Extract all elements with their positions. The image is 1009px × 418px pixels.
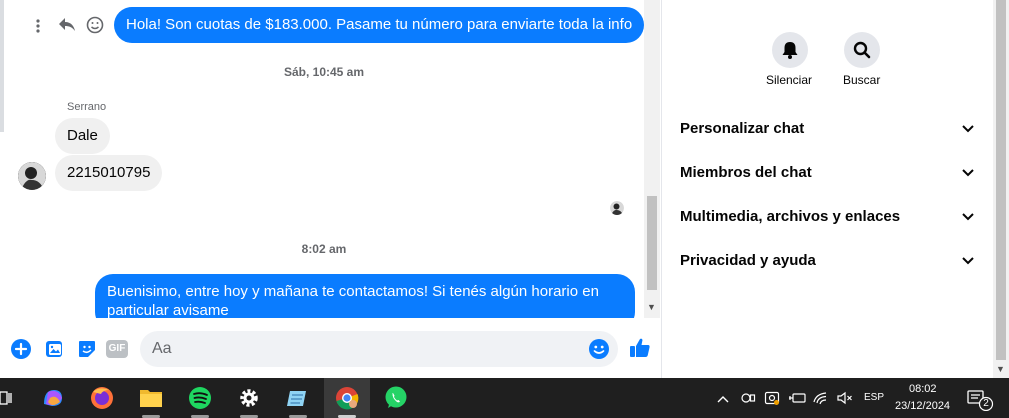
emoji-icon[interactable]: [588, 338, 610, 360]
message-input[interactable]: Aa: [140, 331, 618, 367]
chevron-down-icon: [962, 257, 974, 265]
bell-icon: [782, 42, 798, 59]
search-button[interactable]: [844, 32, 880, 68]
message-list[interactable]: Hola! Son cuotas de $183.000. Pasame tu …: [4, 0, 644, 318]
like-icon[interactable]: [628, 336, 652, 360]
battery-icon[interactable]: [788, 390, 806, 406]
row-label: Multimedia, archivos y enlaces: [680, 208, 901, 225]
row-label: Privacidad y ayuda: [680, 252, 816, 269]
notification-count-badge: 2: [983, 398, 989, 409]
chat-scrollbar[interactable]: ▼: [644, 0, 660, 318]
row-label: Miembros del chat: [680, 164, 812, 181]
camera-tray-icon[interactable]: [740, 390, 756, 406]
wifi-icon[interactable]: [812, 390, 830, 406]
panel-scroll-thumb[interactable]: [996, 0, 1006, 360]
settings-icon[interactable]: [226, 378, 272, 418]
scroll-down-arrow-icon[interactable]: ▼: [996, 364, 1005, 374]
chat-pane: Hola! Son cuotas de $183.000. Pasame tu …: [0, 0, 662, 378]
more-options-icon[interactable]: [34, 18, 42, 34]
notepad-icon[interactable]: [275, 378, 321, 418]
whatsapp-icon[interactable]: [373, 378, 419, 418]
search-label: Buscar: [843, 73, 881, 87]
row-customize-chat[interactable]: Personalizar chat: [680, 116, 976, 142]
scroll-down-arrow-icon[interactable]: ▼: [647, 302, 656, 312]
message-line: particular avisame: [107, 302, 229, 318]
react-icon[interactable]: [86, 16, 104, 34]
file-explorer-icon[interactable]: [128, 378, 174, 418]
copilot-icon[interactable]: [30, 378, 76, 418]
search-icon: [853, 41, 871, 59]
read-receipt-avatar: [610, 201, 624, 215]
clock-time[interactable]: 08:02: [909, 383, 937, 395]
row-chat-members[interactable]: Miembros del chat: [680, 160, 976, 186]
spotify-icon[interactable]: [177, 378, 223, 418]
mute-label: Silenciar: [766, 73, 813, 87]
task-view-icon[interactable]: [0, 390, 12, 406]
media-tray-icon[interactable]: [764, 390, 780, 406]
sticker-icon[interactable]: [76, 338, 98, 360]
avatar[interactable]: [18, 162, 46, 190]
chat-scroll-thumb[interactable]: [647, 196, 657, 290]
chevron-down-icon: [962, 125, 974, 133]
mute-button[interactable]: [772, 32, 808, 68]
timestamp: 8:02 am: [301, 242, 347, 256]
plus-icon[interactable]: [10, 338, 32, 360]
chrome-icon[interactable]: [324, 378, 370, 418]
outgoing-message[interactable]: Buenisimo, entre hoy y mañana te contact…: [95, 274, 635, 318]
incoming-message[interactable]: 2215010795: [55, 155, 163, 191]
taskbar: ESP 08:02 23/12/2024 2: [0, 378, 1009, 418]
message-input-placeholder: Aa: [152, 340, 172, 357]
firefox-icon[interactable]: [79, 378, 125, 418]
reply-icon[interactable]: [57, 16, 77, 34]
gif-label: GIF: [106, 340, 128, 358]
panel-scrollbar[interactable]: ▼: [993, 0, 1009, 378]
gif-icon[interactable]: GIF: [106, 338, 128, 360]
composer: GIF Aa: [0, 322, 662, 374]
clock-date[interactable]: 23/12/2024: [895, 400, 950, 412]
screen: Hola! Son cuotas de $183.000. Pasame tu …: [0, 0, 1009, 418]
show-hidden-icons-chevron-icon[interactable]: [716, 392, 730, 404]
message-line: Buenisimo, entre hoy y mañana te contact…: [107, 283, 599, 300]
row-label: Personalizar chat: [680, 120, 805, 137]
chevron-down-icon: [962, 169, 974, 177]
conversation-info-panel: Silenciar Buscar Personalizar chat Miemb…: [663, 0, 993, 378]
photo-icon[interactable]: [43, 338, 65, 360]
row-media-files-links[interactable]: Multimedia, archivos y enlaces: [680, 204, 976, 230]
row-privacy-help[interactable]: Privacidad y ayuda: [680, 248, 976, 274]
input-language[interactable]: ESP: [864, 392, 884, 403]
chevron-down-icon: [962, 213, 974, 221]
outgoing-message[interactable]: Hola! Son cuotas de $183.000. Pasame tu …: [114, 7, 644, 43]
timestamp: Sáb, 10:45 am: [283, 65, 365, 79]
notification-center-icon[interactable]: 2: [966, 389, 996, 412]
volume-muted-icon[interactable]: [836, 390, 854, 406]
incoming-message[interactable]: Dale: [55, 118, 110, 154]
sender-name: Serrano: [67, 101, 107, 113]
